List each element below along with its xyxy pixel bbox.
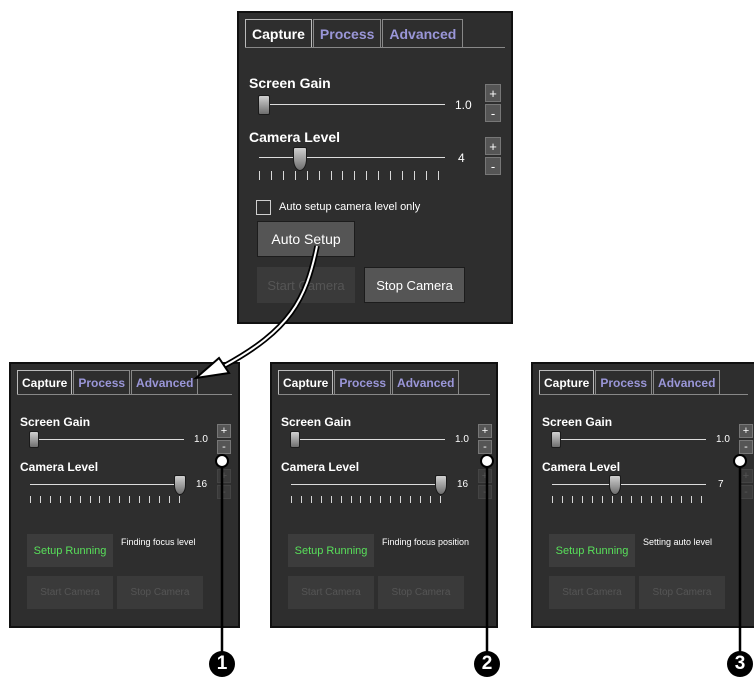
annotation-overlay (192, 245, 747, 654)
curved-arrow-icon (192, 245, 320, 380)
callout-3-marker: 3 (727, 651, 753, 677)
callout-leader-1 (215, 454, 229, 654)
callout-leader-2 (480, 454, 494, 654)
callout-1-marker: 1 (209, 651, 235, 677)
callout-leader-3 (733, 454, 747, 654)
callout-2-marker: 2 (474, 651, 500, 677)
